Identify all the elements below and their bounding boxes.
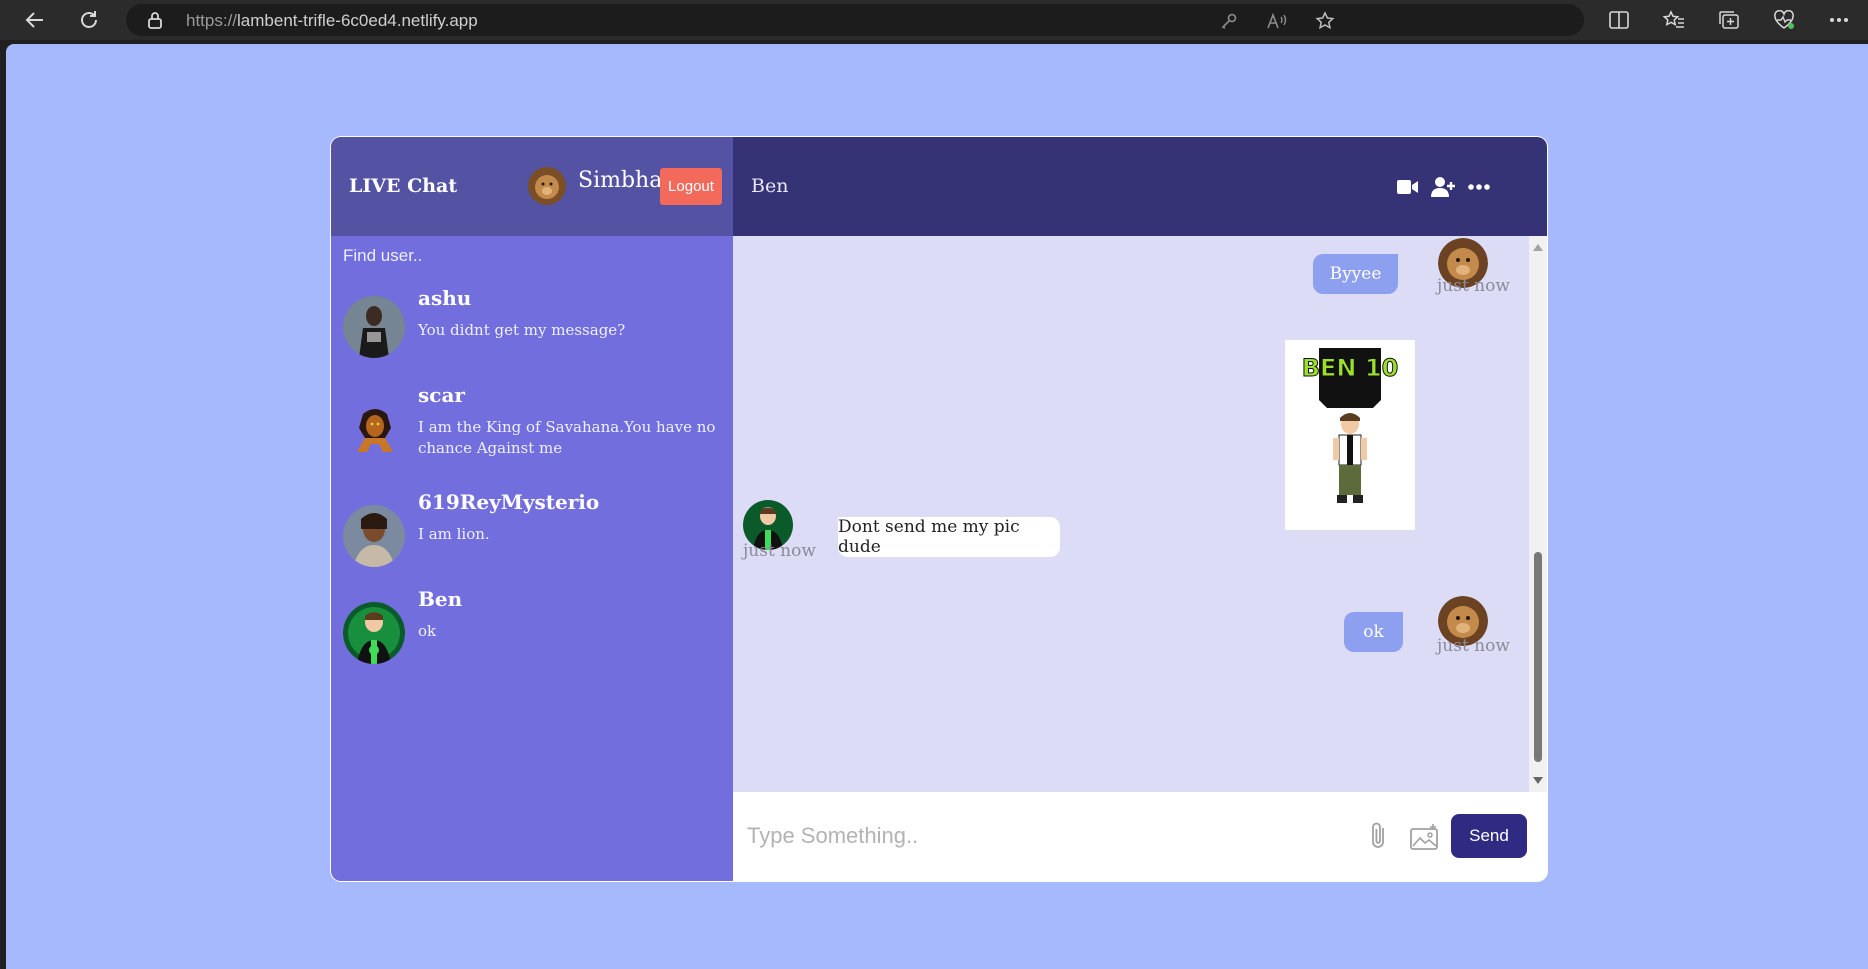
message-composer: Send [733,792,1547,881]
contact-avatar [343,602,405,664]
contact-list: ashu You didnt get my message? scar I am… [331,276,733,704]
contact-name: Ben [418,587,463,611]
scroll-up-arrow-icon[interactable] [1533,244,1543,251]
chat-header: Ben [733,137,1547,236]
address-bar[interactable]: https://lambent-trifle-6c0ed4.netlify.ap… [126,4,1584,36]
send-button[interactable]: Send [1451,814,1527,858]
contact-avatar [343,398,405,460]
browser-toolbar: https://lambent-trifle-6c0ed4.netlify.ap… [0,0,1868,40]
contact-item-ashu[interactable]: ashu You didnt get my message? [331,276,733,383]
contact-avatar [343,296,405,358]
message-input[interactable] [747,816,1347,856]
current-user-avatar [528,167,566,205]
key-icon[interactable] [1218,10,1240,32]
browser-essentials-icon[interactable] [1771,7,1797,33]
app-logo-text: LIVE Chat [349,175,458,197]
contact-last-message: ok [418,622,437,640]
more-options-icon[interactable] [1466,175,1492,199]
video-camera-icon[interactable] [1395,175,1421,199]
contact-item-scar[interactable]: scar I am the King of Savahana.You have … [331,383,733,490]
sidebar-header: LIVE Chat Simbha Logout [331,137,733,236]
message-list: Byyee just now BEN 10 just now Dont send… [733,236,1547,792]
attachment-clip-icon[interactable] [1367,820,1391,852]
message-image-ben10[interactable]: BEN 10 [1285,340,1415,530]
contact-name: scar [418,383,465,407]
message-bubble-owner: Byyee [1313,254,1398,294]
page-viewport: LIVE Chat Simbha Logout ashu You didnt g… [6,44,1868,969]
image-upload-icon[interactable] [1409,822,1441,852]
contact-avatar [343,505,405,567]
add-user-icon[interactable] [1430,175,1456,199]
contact-last-message: You didnt get my message? [418,321,626,339]
url-text: https://lambent-trifle-6c0ed4.netlify.ap… [186,11,478,30]
lock-icon [146,11,164,29]
back-arrow-icon[interactable] [18,3,52,37]
contact-name: ashu [418,286,472,310]
collections-icon[interactable] [1716,7,1742,33]
sidebar: LIVE Chat Simbha Logout ashu You didnt g… [331,137,733,881]
ben10-logo-text: BEN 10 [1302,354,1399,382]
reload-icon[interactable] [72,3,106,37]
logout-button[interactable]: Logout [660,168,722,205]
message-timestamp: just now [743,541,816,561]
contact-item-619reymysterio[interactable]: 619ReyMysterio I am lion. [331,490,733,597]
contact-name: 619ReyMysterio [418,490,600,514]
message-bubble-owner: ok [1344,612,1403,652]
chat-title: Ben [751,175,789,197]
favorites-icon[interactable] [1661,7,1687,33]
find-user-input[interactable] [331,236,733,276]
chat-panel: Ben Byyee just now BEN 10 just now Dont … [733,137,1547,881]
scroll-down-arrow-icon[interactable] [1533,777,1543,784]
split-screen-icon[interactable] [1606,7,1632,33]
message-scrollbar[interactable] [1529,236,1547,792]
contact-last-message: I am lion. [418,525,490,543]
current-user-name: Simbha [578,168,663,193]
contact-last-message: I am the King of Savahana.You have no ch… [418,418,716,457]
chat-app: LIVE Chat Simbha Logout ashu You didnt g… [331,137,1547,881]
read-aloud-icon[interactable] [1266,10,1288,32]
message-timestamp: just now [1437,276,1510,296]
message-timestamp: just now [1437,636,1510,656]
more-menu-icon[interactable] [1826,7,1852,33]
message-bubble-other: Dont send me my pic dude [838,517,1060,557]
contact-item-ben[interactable]: Ben ok [331,587,733,704]
scrollbar-thumb[interactable] [1534,552,1542,762]
favorite-star-icon[interactable] [1314,10,1336,32]
